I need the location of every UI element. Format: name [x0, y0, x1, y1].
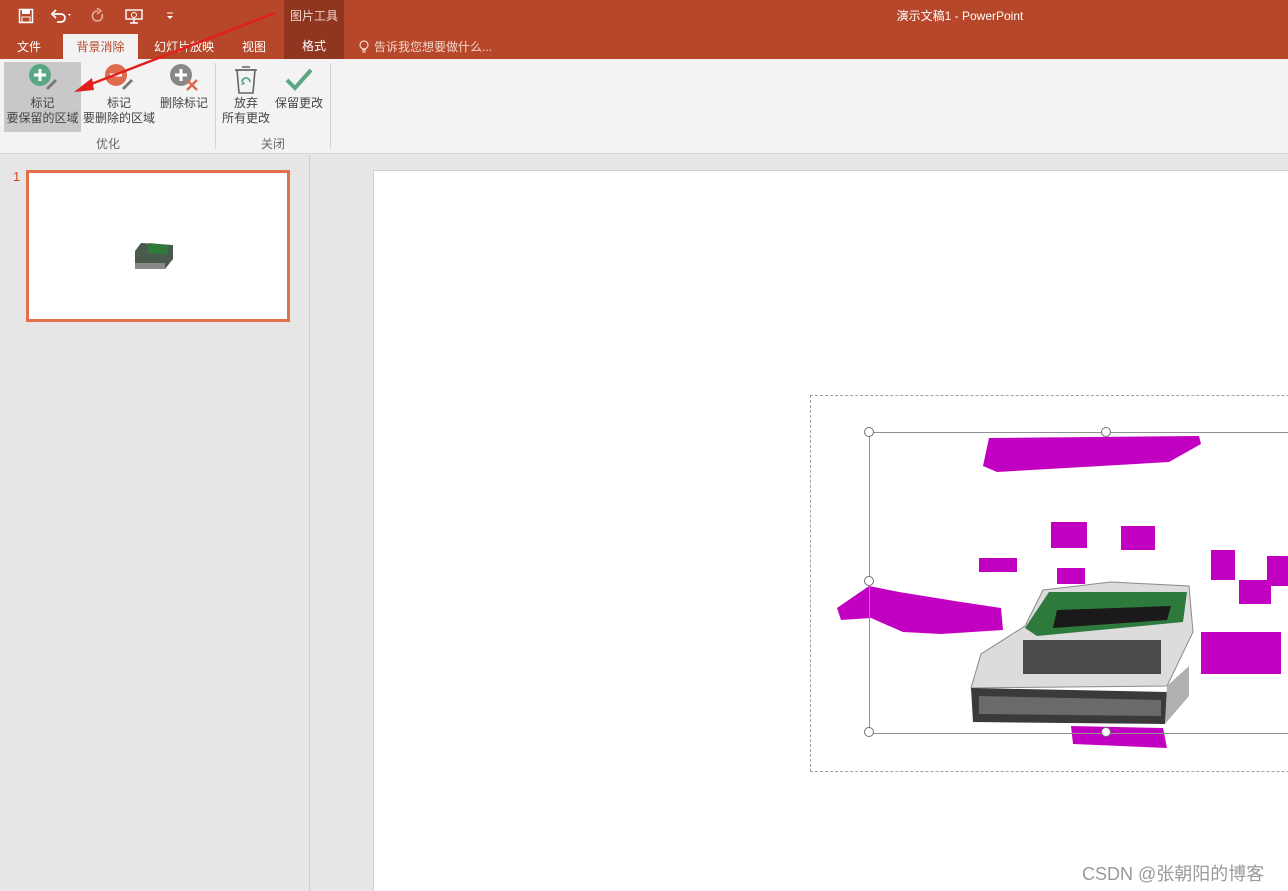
resize-handle-bottom[interactable] — [1101, 727, 1111, 737]
mark-remove-line1: 标记 — [106, 96, 131, 110]
mark-keep-line2: 要保留的区域 — [6, 111, 79, 125]
undo-icon[interactable] — [44, 4, 80, 28]
tell-me-label: 告诉我您想要做什么... — [374, 40, 493, 54]
resize-handle-left[interactable] — [864, 576, 874, 586]
group-separator — [215, 63, 216, 149]
lightbulb-icon — [359, 39, 369, 53]
window-title: 演示文稿1 - PowerPoint — [896, 9, 1024, 23]
group-label-refine: 优化 — [95, 137, 120, 151]
mark-areas-to-keep-button[interactable]: 标记 要保留的区域 — [4, 62, 81, 132]
resize-handle-top-left[interactable] — [864, 427, 874, 437]
mark-keep-line1: 标记 — [30, 96, 55, 110]
customize-qat-icon[interactable] — [152, 4, 188, 28]
delete-mark-icon — [167, 62, 201, 96]
picture-tools-context-label: 图片工具 — [284, 0, 344, 31]
tab-view[interactable]: 视图 — [233, 34, 275, 59]
delete-mark-label: 删除标记 — [159, 96, 208, 110]
minus-pencil-icon — [102, 62, 136, 96]
tab-slideshow[interactable]: 幻灯片放映 — [146, 34, 222, 59]
discard-line1: 放弃 — [233, 96, 258, 110]
tell-me-box[interactable]: 告诉我您想要做什么... — [358, 38, 492, 55]
discard-all-changes-button[interactable]: 放弃 所有更改 — [220, 62, 272, 132]
picture-original-bounds — [810, 395, 1288, 772]
tab-file[interactable]: 文件 — [8, 34, 50, 59]
resize-handle-bottom-left[interactable] — [864, 727, 874, 737]
slideshow-from-start-icon[interactable] — [116, 4, 152, 28]
ribbon-tabs: 文件 背景消除 幻灯片放映 视图 格式 告诉我您想要做什么... — [0, 31, 1288, 59]
plus-pencil-icon — [26, 62, 60, 96]
crop-marquee[interactable] — [864, 427, 1288, 737]
save-icon[interactable] — [8, 4, 44, 28]
keep-changes-button[interactable]: 保留更改 — [272, 62, 326, 132]
slide-number: 1 — [13, 169, 21, 184]
tab-format[interactable]: 格式 — [284, 31, 344, 59]
quick-access-toolbar — [8, 4, 188, 28]
server-thumbnail-image — [135, 243, 173, 269]
group-label-close: 关闭 — [260, 137, 285, 151]
redo-icon[interactable] — [80, 4, 116, 28]
recycle-bin-icon — [229, 62, 263, 96]
slide-editor — [311, 155, 1288, 891]
delete-mark-button[interactable]: 删除标记 — [156, 62, 212, 132]
slide-thumbnail[interactable] — [26, 170, 290, 322]
tab-background-removal[interactable]: 背景消除 — [63, 34, 138, 59]
slide-canvas[interactable] — [373, 170, 1288, 891]
mark-remove-line2: 要删除的区域 — [82, 111, 155, 125]
mark-areas-to-remove-button[interactable]: 标记 要删除的区域 — [82, 62, 156, 132]
group-separator — [330, 63, 331, 149]
title-bar: 图片工具 演示文稿1 - PowerPoint — [0, 0, 1288, 31]
keep-changes-label: 保留更改 — [274, 96, 323, 110]
ribbon: 标记 要保留的区域 标记 要删除的区域 删除标记 优化 放弃 所有更改 保留更改… — [0, 59, 1288, 154]
checkmark-icon — [282, 62, 316, 96]
discard-line2: 所有更改 — [221, 111, 270, 125]
resize-handle-top[interactable] — [1101, 427, 1111, 437]
slides-pane: 1 — [0, 155, 310, 891]
watermark: CSDN @张朝阳的博客 — [1082, 864, 1265, 884]
